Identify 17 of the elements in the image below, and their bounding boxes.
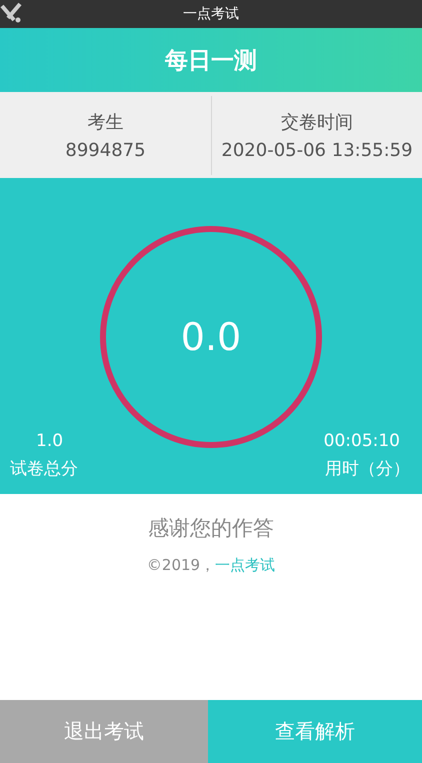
brand-link[interactable]: 一点考试 xyxy=(215,556,276,574)
info-value: 2020-05-06 13:55:59 xyxy=(221,140,413,160)
stat-label: 试卷总分 xyxy=(10,458,78,480)
copyright-text: ©2019，一点考试 xyxy=(146,556,276,575)
app-title: 一点考试 xyxy=(183,5,239,23)
view-analysis-button[interactable]: 查看解析 xyxy=(208,700,422,763)
exit-exam-button[interactable]: 退出考试 xyxy=(0,700,208,763)
info-label: 交卷时间 xyxy=(281,110,353,134)
stat-value: 1.0 xyxy=(35,431,64,451)
stat-value: 00:05:10 xyxy=(324,431,401,451)
thanks-message: 感谢您的作答 xyxy=(148,515,274,542)
info-value: 8994875 xyxy=(65,140,146,160)
info-label: 考生 xyxy=(88,110,124,134)
score-value: 0.0 xyxy=(180,315,242,359)
stat-label: 用时（分） xyxy=(325,458,410,480)
page-title: 每日一测 xyxy=(165,46,257,76)
logo-icon xyxy=(0,2,22,24)
